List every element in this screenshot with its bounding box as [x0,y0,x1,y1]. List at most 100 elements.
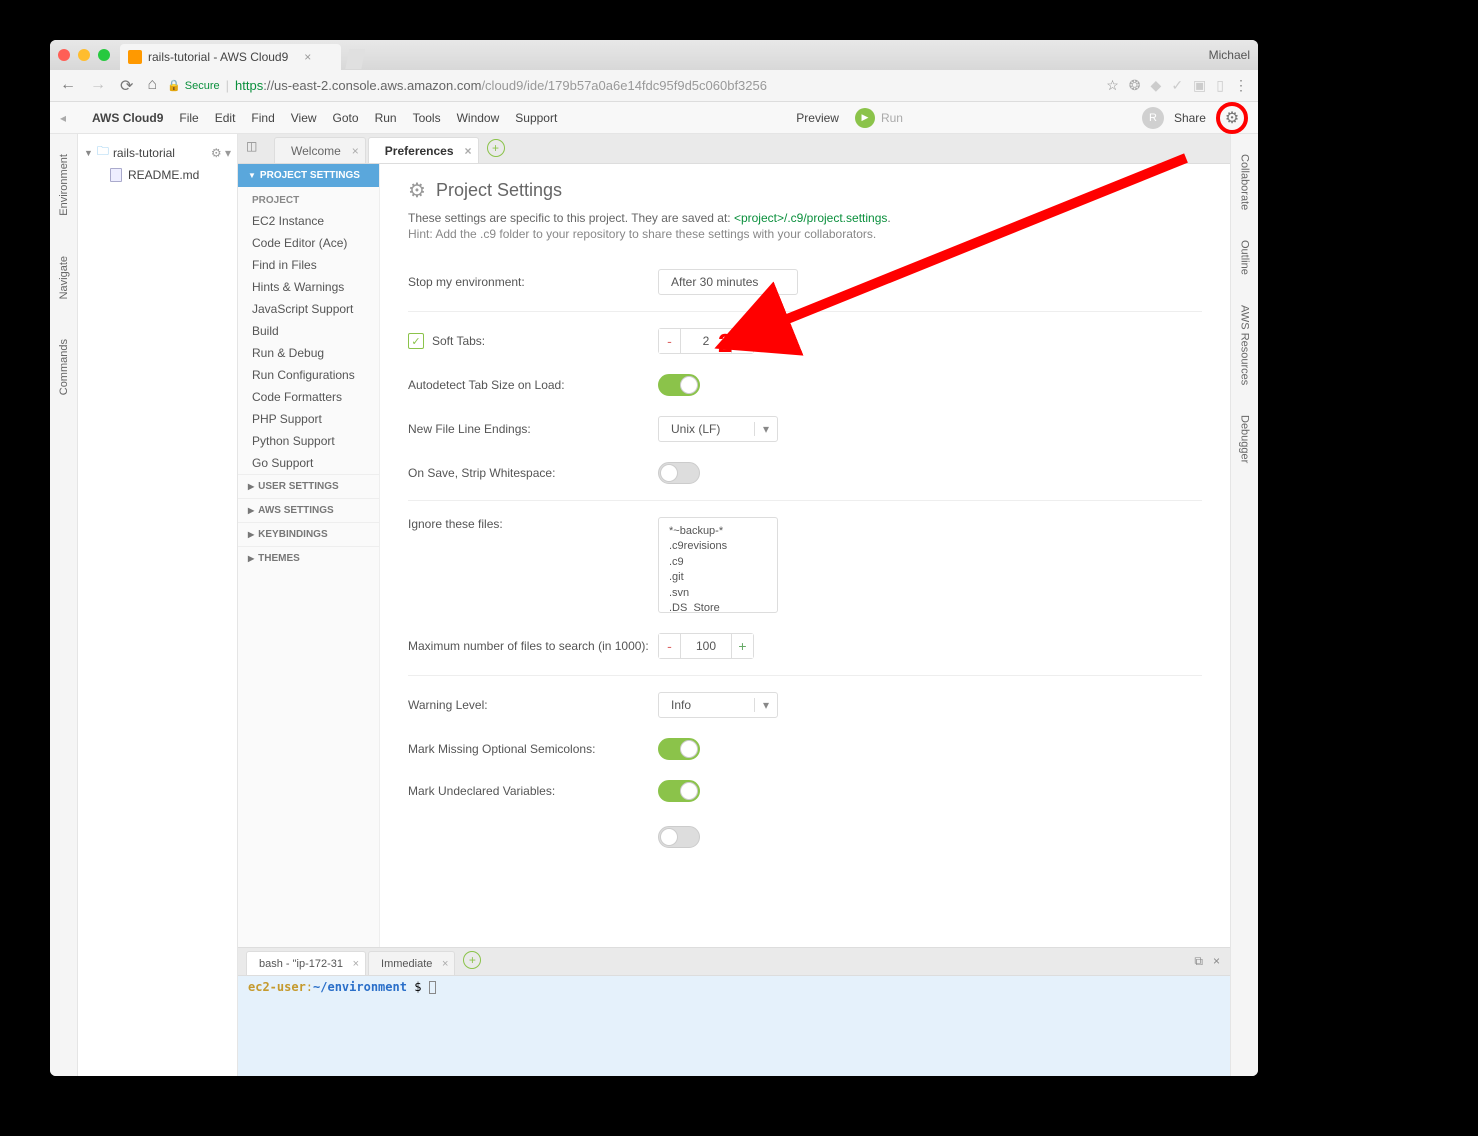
tree-file[interactable]: README.md [84,165,231,185]
nav-code-editor[interactable]: Code Editor (Ace) [238,232,379,254]
stepper-increment-button[interactable]: + [731,329,753,353]
menu-edit[interactable]: Edit [215,111,236,125]
nav-section-themes[interactable]: ▶THEMES [238,546,379,570]
add-terminal-tab-button[interactable]: + [463,951,481,969]
toggle-strip-whitespace[interactable] [658,462,700,484]
terminal-close-icon[interactable]: × [1213,954,1220,969]
select-newline[interactable]: Unix (LF) ▾ [658,416,778,442]
terminal-expand-icon[interactable]: ⧉ [1194,954,1203,969]
toggle-truncated[interactable] [658,826,700,848]
nav-find-in-files[interactable]: Find in Files [238,254,379,276]
extension-icon[interactable]: ✓ [1171,77,1183,94]
stepper-increment-button[interactable]: + [731,634,753,658]
new-browser-tab-button[interactable] [345,49,365,69]
close-tab-icon[interactable]: × [353,958,359,970]
close-tab-icon[interactable]: × [465,144,472,158]
extension-icon[interactable]: ▯ [1216,77,1224,94]
right-rail: Collaborate Outline AWS Resources Debugg… [1230,134,1258,1076]
url-field[interactable]: 🔒 Secure | https://us-east-2.console.aws… [167,78,1096,93]
maximize-window-icon[interactable] [98,49,110,61]
rail-navigate[interactable]: Navigate [58,256,70,299]
rail-collaborate[interactable]: Collaborate [1239,154,1251,210]
run-button[interactable]: ▶ Run [855,108,903,128]
label-warning-level: Warning Level: [408,698,658,712]
nav-code-formatters[interactable]: Code Formatters [238,386,379,408]
toggle-autodetect-tab[interactable] [658,374,700,396]
stepper-decrement-button[interactable]: - [659,329,681,353]
select-stop-environment[interactable]: After 30 minutes [658,269,798,295]
preview-button[interactable]: Preview [796,111,839,125]
nav-js-support[interactable]: JavaScript Support [238,298,379,320]
bookmark-star-icon[interactable]: ☆ [1106,77,1119,94]
nav-run-debug[interactable]: Run & Debug [238,342,379,364]
rail-debugger[interactable]: Debugger [1239,415,1251,463]
close-tab-icon[interactable]: × [304,50,311,64]
home-button[interactable]: ⌂ [147,76,157,96]
browser-menu-icon[interactable]: ⋮ [1234,77,1248,94]
close-tab-icon[interactable]: × [442,958,448,970]
terminal-tab-row: bash - "ip-172-31 × Immediate × + ⧉ × [238,948,1230,976]
secure-lock-icon: 🔒 Secure [167,79,220,92]
collapse-tree-icon[interactable]: ◂ [60,111,66,125]
nav-section-aws-settings[interactable]: ▶AWS SETTINGS [238,498,379,522]
ignore-files-textarea[interactable]: *~backup-* .c9revisions .c9 .git .svn .D… [658,517,778,613]
rail-aws-resources[interactable]: AWS Resources [1239,305,1251,385]
menu-support[interactable]: Support [515,111,557,125]
tab-welcome[interactable]: Welcome × [274,137,366,163]
window-traffic-lights[interactable] [58,49,110,61]
nav-section-keybindings[interactable]: ▶KEYBINDINGS [238,522,379,546]
browser-profile-name[interactable]: Michael [1209,48,1250,62]
user-avatar[interactable]: R [1142,107,1164,129]
reload-button[interactable]: ⟳ [120,76,133,96]
tab-preferences[interactable]: Preferences × [368,137,479,163]
browser-tab[interactable]: rails-tutorial - AWS Cloud9 × [120,44,341,70]
extension-icon[interactable]: ▣ [1193,77,1206,94]
terminal-tab-immediate[interactable]: Immediate × [368,951,455,975]
toggle-semicolons[interactable] [658,738,700,760]
terminal-body[interactable]: ec2-user:~/environment $ [238,976,1230,1076]
max-files-input[interactable] [681,634,731,658]
share-button[interactable]: Share [1174,111,1206,125]
stepper-soft-tabs: - + [658,328,754,354]
extension-icon[interactable]: ❂ [1129,77,1141,94]
minimize-window-icon[interactable] [78,49,90,61]
soft-tabs-input[interactable] [681,329,731,353]
terminal-tab-bash[interactable]: bash - "ip-172-31 × [246,951,366,975]
nav-php-support[interactable]: PHP Support [238,408,379,430]
close-tab-icon[interactable]: × [352,144,359,158]
stepper-decrement-button[interactable]: - [659,634,681,658]
checkbox-soft-tabs[interactable]: ✓ [408,333,424,349]
menu-run[interactable]: Run [375,111,397,125]
nav-ec2-instance[interactable]: EC2 Instance [238,210,379,232]
tree-settings-gear-icon[interactable]: ⚙ ▾ [211,146,231,160]
nav-section-project-settings[interactable]: ▼PROJECT SETTINGS [238,164,379,187]
nav-section-user-settings[interactable]: ▶USER SETTINGS [238,474,379,498]
menu-view[interactable]: View [291,111,317,125]
back-button[interactable]: ← [60,76,76,96]
menu-goto[interactable]: Goto [333,111,359,125]
select-warning-level[interactable]: Info ▾ [658,692,778,718]
label-max-files: Maximum number of files to search (in 10… [408,639,658,653]
toggle-undeclared[interactable] [658,780,700,802]
nav-run-configs[interactable]: Run Configurations [238,364,379,386]
nav-python-support[interactable]: Python Support [238,430,379,452]
tree-root-folder[interactable]: ▼ 🗀 rails-tutorial ⚙ ▾ [84,140,231,165]
rail-outline[interactable]: Outline [1239,240,1251,275]
menu-find[interactable]: Find [251,111,274,125]
ide-logo[interactable]: AWS Cloud9 [92,111,163,125]
extension-icon[interactable]: ◆ [1151,77,1162,94]
nav-build[interactable]: Build [238,320,379,342]
browser-address-bar: ← → ⟳ ⌂ 🔒 Secure | https://us-east-2.con… [50,70,1258,102]
panel-layout-icon[interactable]: ◫ [246,139,264,157]
menu-file[interactable]: File [179,111,198,125]
nav-go-support[interactable]: Go Support [238,452,379,474]
settings-gear-icon[interactable]: ⚙ [1216,102,1248,134]
forward-button[interactable]: → [90,76,106,96]
nav-hints-warnings[interactable]: Hints & Warnings [238,276,379,298]
menu-window[interactable]: Window [457,111,500,125]
rail-environment[interactable]: Environment [58,154,70,216]
close-window-icon[interactable] [58,49,70,61]
add-tab-button[interactable]: + [487,139,505,157]
rail-commands[interactable]: Commands [58,339,70,395]
menu-tools[interactable]: Tools [413,111,441,125]
